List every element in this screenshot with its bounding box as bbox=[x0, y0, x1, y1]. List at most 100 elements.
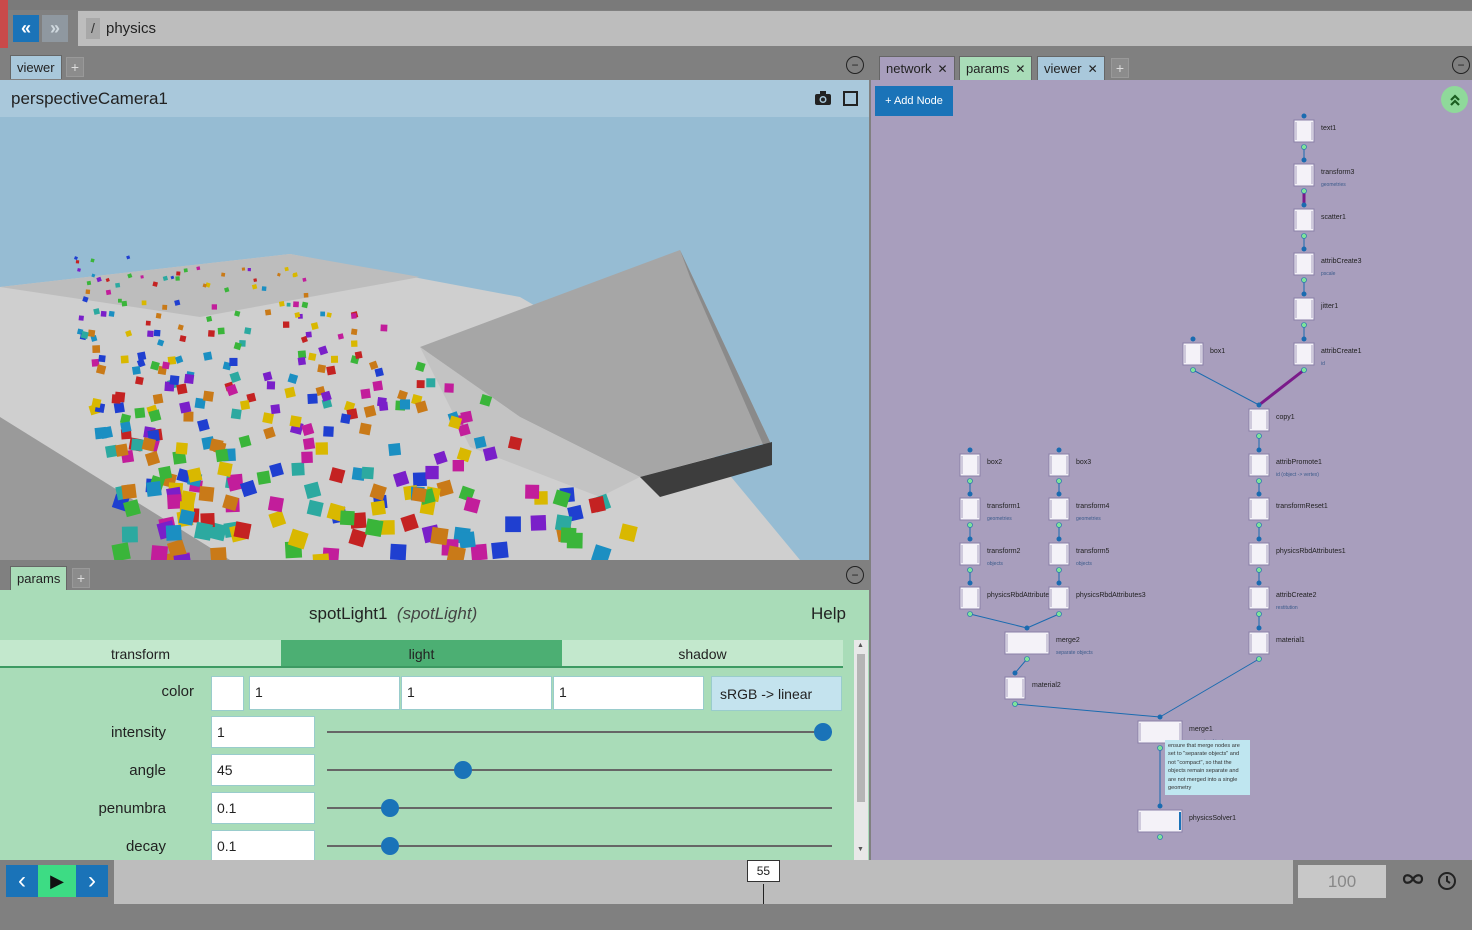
output-port[interactable] bbox=[1301, 322, 1307, 328]
minimize-button[interactable]: − bbox=[846, 56, 864, 74]
output-port[interactable] bbox=[1024, 656, 1030, 662]
input-port[interactable] bbox=[1301, 202, 1307, 208]
node-flag[interactable] bbox=[1295, 166, 1297, 184]
output-port[interactable] bbox=[1256, 478, 1262, 484]
input-port[interactable] bbox=[1056, 491, 1062, 497]
close-icon[interactable]: ✕ bbox=[1088, 62, 1098, 76]
output-port[interactable] bbox=[1301, 233, 1307, 239]
timeline-track[interactable]: 55 bbox=[114, 860, 1293, 904]
output-port[interactable] bbox=[1301, 277, 1307, 283]
graph-node-box1[interactable]: box1 bbox=[1182, 336, 1225, 373]
node-display-flag[interactable] bbox=[1311, 211, 1313, 229]
input-port[interactable] bbox=[1301, 113, 1307, 119]
input-port[interactable] bbox=[1056, 580, 1062, 586]
graph-node-box2[interactable]: box2 bbox=[959, 447, 1002, 484]
output-port[interactable] bbox=[1157, 834, 1163, 840]
node-display-flag[interactable] bbox=[1266, 634, 1268, 652]
output-port[interactable] bbox=[1256, 656, 1262, 662]
node-display-flag[interactable] bbox=[977, 589, 979, 607]
node-flag[interactable] bbox=[1250, 634, 1252, 652]
graph-node-text1[interactable]: text1 bbox=[1293, 113, 1336, 150]
node-box[interactable] bbox=[1137, 809, 1183, 833]
params-scrollbar[interactable]: ▲ ▼ bbox=[854, 640, 868, 860]
graph-node-physicsSolver1[interactable]: physicsSolver1 bbox=[1137, 803, 1236, 840]
prev-frame-button[interactable]: ‹ bbox=[6, 865, 38, 897]
node-flag[interactable] bbox=[1006, 679, 1008, 697]
param-slider-knob[interactable] bbox=[453, 761, 472, 779]
node-display-flag[interactable] bbox=[1311, 300, 1313, 318]
tab-light[interactable]: light bbox=[281, 640, 562, 667]
node-display-flag[interactable] bbox=[1266, 589, 1268, 607]
node-display-flag[interactable] bbox=[1266, 500, 1268, 518]
graph-node-merge2[interactable]: merge2 separate objects bbox=[1004, 625, 1093, 662]
node-display-flag[interactable] bbox=[1311, 122, 1313, 140]
node-display-flag[interactable] bbox=[977, 545, 979, 563]
node-flag[interactable] bbox=[1295, 300, 1297, 318]
path-text[interactable]: physics bbox=[106, 20, 156, 37]
node-display-flag[interactable] bbox=[1266, 545, 1268, 563]
network-note[interactable]: ensure that merge nodes are set to "sepa… bbox=[1165, 740, 1250, 795]
tab-shadow[interactable]: shadow bbox=[562, 640, 843, 667]
input-port[interactable] bbox=[1024, 625, 1030, 631]
tab-params[interactable]: params bbox=[10, 566, 68, 590]
node-flag[interactable] bbox=[961, 545, 963, 563]
graph-node-material1[interactable]: material1 bbox=[1248, 625, 1305, 662]
param-slider-track[interactable] bbox=[327, 845, 832, 847]
output-port[interactable] bbox=[1012, 701, 1018, 707]
node-flag[interactable] bbox=[961, 500, 963, 518]
output-port[interactable] bbox=[1056, 611, 1062, 617]
node-display-flag[interactable] bbox=[1066, 500, 1068, 518]
output-port[interactable] bbox=[1056, 567, 1062, 573]
input-port[interactable] bbox=[1256, 580, 1262, 586]
scrollbar-thumb[interactable] bbox=[857, 654, 865, 802]
output-port[interactable] bbox=[967, 478, 973, 484]
input-port[interactable] bbox=[1157, 803, 1163, 809]
node-display-flag[interactable] bbox=[977, 456, 979, 474]
output-port[interactable] bbox=[967, 522, 973, 528]
node-flag[interactable] bbox=[1050, 545, 1052, 563]
graph-node-transformReset1[interactable]: transformReset1 bbox=[1248, 491, 1328, 528]
param-input[interactable]: 0.1 bbox=[211, 830, 315, 860]
node-flag[interactable] bbox=[961, 456, 963, 474]
input-port[interactable] bbox=[1012, 670, 1018, 676]
output-port[interactable] bbox=[967, 567, 973, 573]
output-port[interactable] bbox=[1301, 144, 1307, 150]
input-port[interactable] bbox=[1301, 246, 1307, 252]
output-port[interactable] bbox=[1190, 367, 1196, 373]
output-port[interactable] bbox=[1056, 478, 1062, 484]
node-display-flag[interactable] bbox=[1022, 679, 1024, 697]
param-slider-knob[interactable] bbox=[380, 837, 399, 855]
node-display-flag[interactable] bbox=[1066, 456, 1068, 474]
output-port[interactable] bbox=[1256, 611, 1262, 617]
input-port[interactable] bbox=[1157, 714, 1163, 720]
graph-node-transform2[interactable]: transform2 objects bbox=[959, 536, 1021, 573]
close-icon[interactable]: ✕ bbox=[1015, 62, 1025, 76]
camera-icon[interactable] bbox=[814, 90, 832, 111]
scroll-up-icon[interactable]: ▲ bbox=[857, 642, 864, 649]
scene-render[interactable] bbox=[0, 117, 869, 560]
output-port[interactable] bbox=[967, 611, 973, 617]
input-port[interactable] bbox=[1301, 336, 1307, 342]
path-bar[interactable]: / physics bbox=[78, 11, 1472, 46]
srgb-linear-button[interactable]: sRGB -> linear bbox=[711, 676, 842, 711]
output-port[interactable] bbox=[1256, 522, 1262, 528]
param-slider-track[interactable] bbox=[327, 807, 832, 809]
input-port[interactable] bbox=[1056, 536, 1062, 542]
input-port[interactable] bbox=[1256, 491, 1262, 497]
output-port[interactable] bbox=[1301, 367, 1307, 373]
output-port[interactable] bbox=[1256, 567, 1262, 573]
node-flag[interactable] bbox=[1250, 500, 1252, 518]
minimize-button[interactable]: − bbox=[1452, 56, 1470, 74]
node-display-flag[interactable] bbox=[1311, 345, 1313, 363]
output-port[interactable] bbox=[1256, 433, 1262, 439]
graph-node-copy1[interactable]: copy1 bbox=[1248, 402, 1295, 439]
param-slider-track[interactable] bbox=[327, 769, 832, 771]
clock-icon[interactable] bbox=[1437, 871, 1457, 896]
param-slider-knob[interactable] bbox=[814, 723, 832, 741]
node-display-flag[interactable] bbox=[1066, 545, 1068, 563]
output-port[interactable] bbox=[1056, 522, 1062, 528]
param-input[interactable]: 45 bbox=[211, 754, 315, 786]
node-flag[interactable] bbox=[1295, 345, 1297, 363]
playhead[interactable]: 55 bbox=[746, 860, 780, 904]
tab-params[interactable]: params ✕ bbox=[959, 56, 1033, 80]
